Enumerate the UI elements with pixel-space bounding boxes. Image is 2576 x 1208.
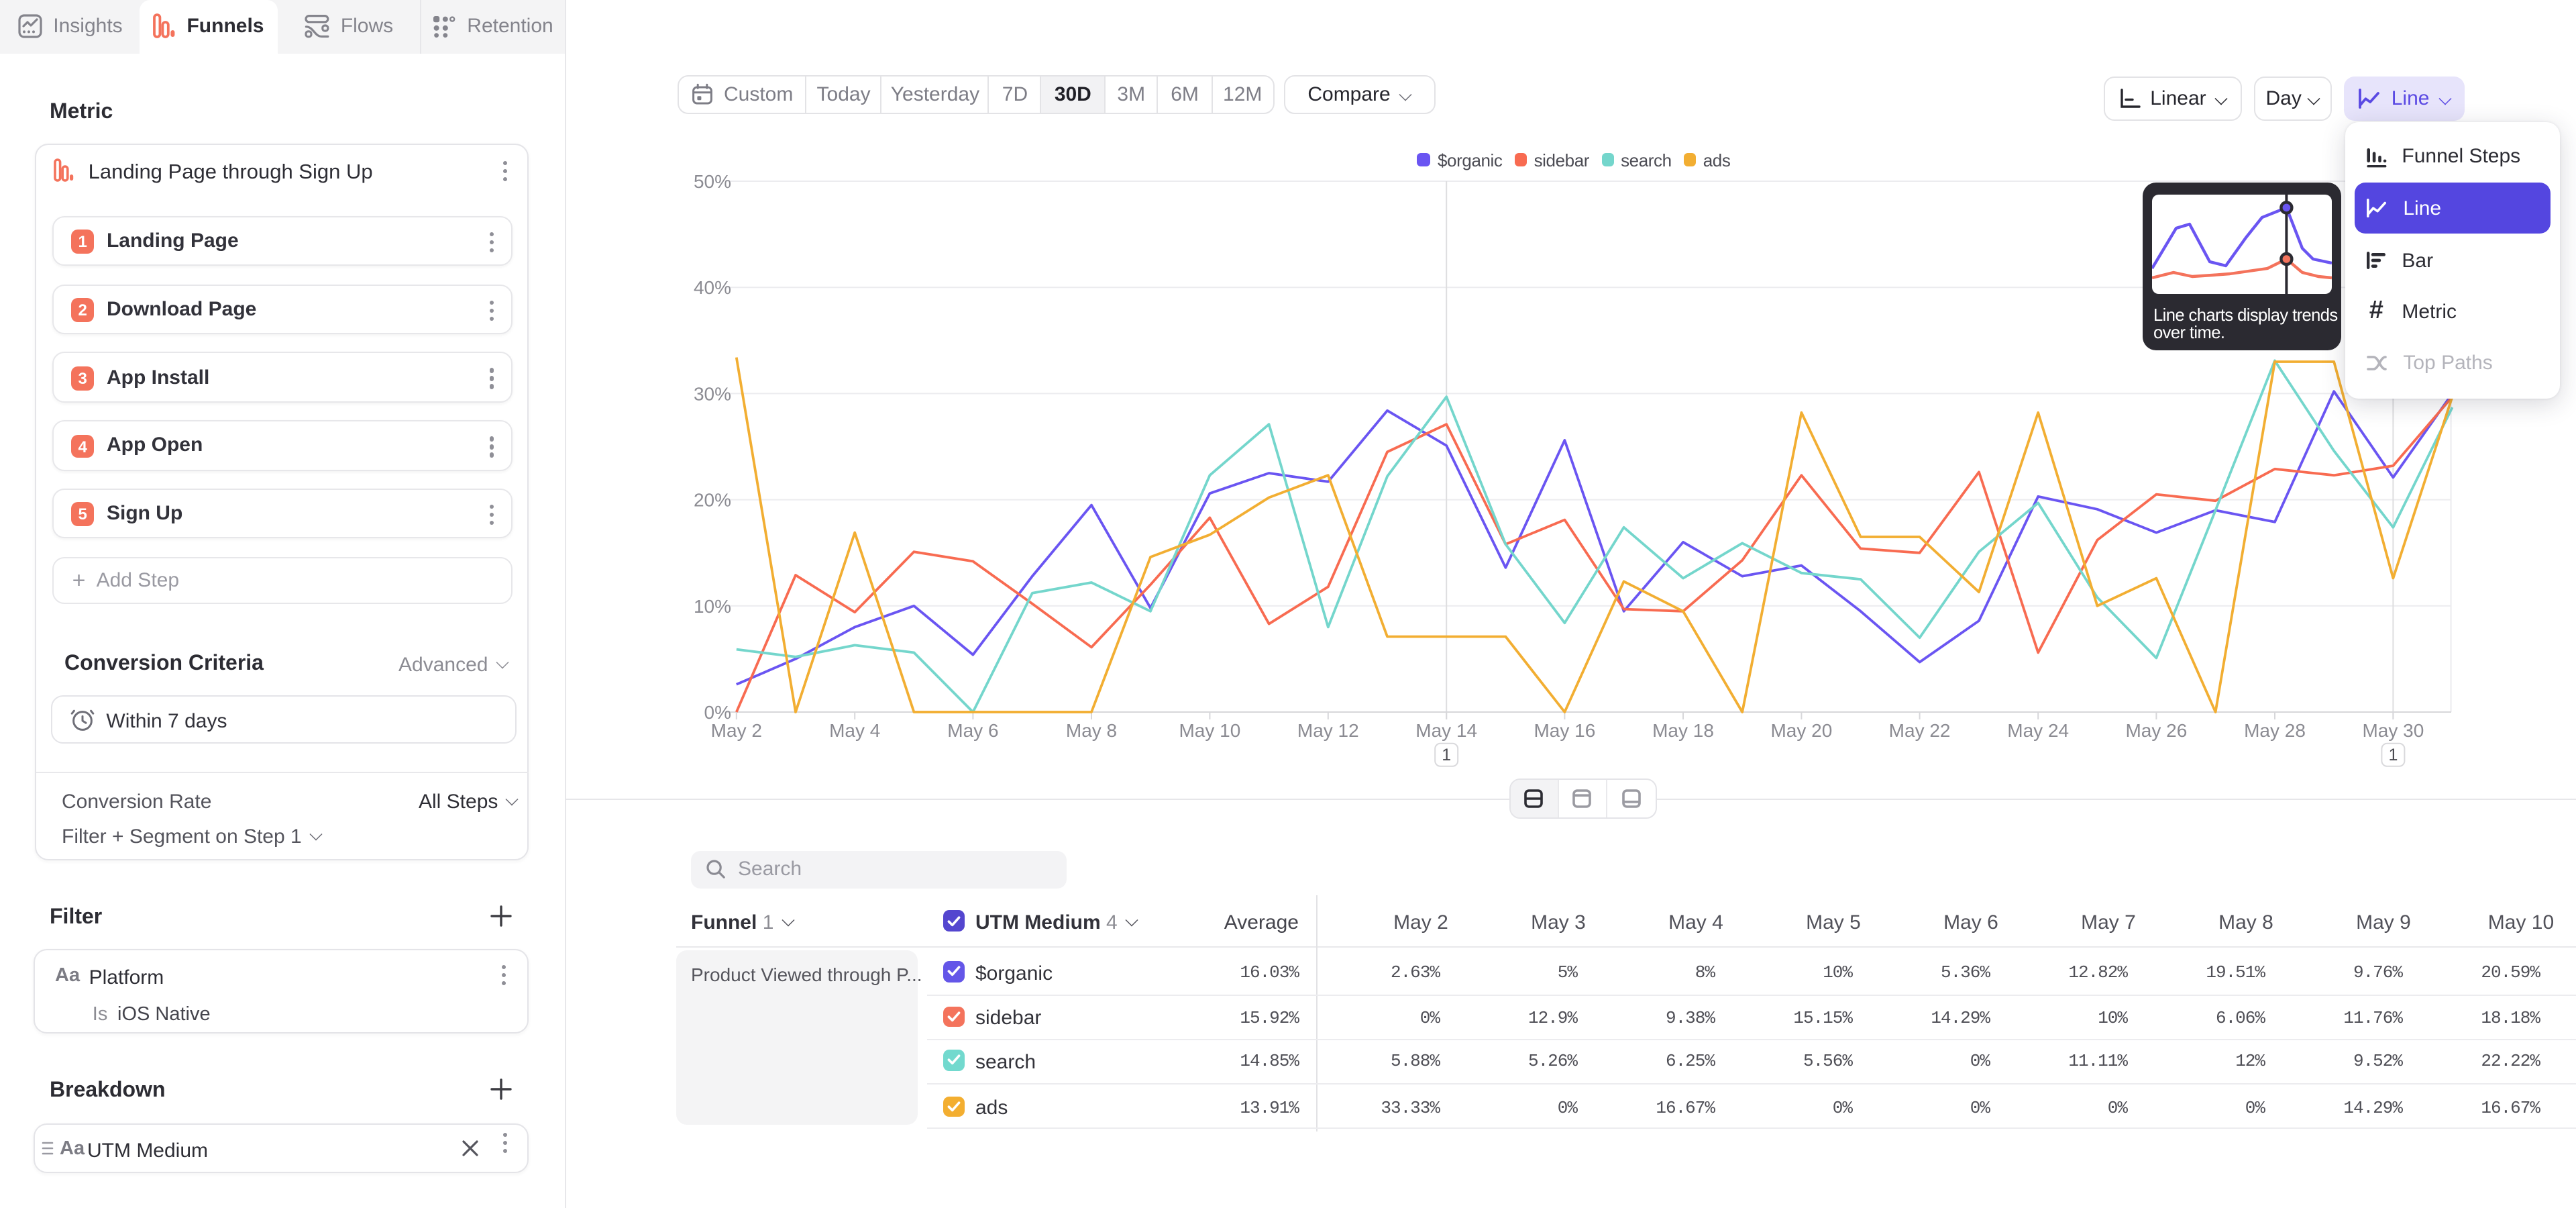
svg-text:1: 1 [1442, 746, 1451, 764]
svg-text:May 30: May 30 [2362, 720, 2424, 741]
svg-text:May 26: May 26 [2125, 720, 2187, 741]
svg-text:May 12: May 12 [1297, 720, 1359, 741]
svg-text:40%: 40% [694, 277, 731, 298]
svg-text:30%: 30% [694, 383, 731, 404]
svg-text:May 24: May 24 [2007, 720, 2069, 741]
svg-text:May 10: May 10 [1179, 720, 1240, 741]
svg-text:May 22: May 22 [1889, 720, 1951, 741]
svg-text:May 8: May 8 [1066, 720, 1117, 741]
svg-text:May 14: May 14 [1415, 720, 1477, 741]
svg-text:May 18: May 18 [1652, 720, 1714, 741]
svg-text:May 20: May 20 [1770, 720, 1832, 741]
svg-text:50%: 50% [694, 171, 731, 192]
svg-text:May 6: May 6 [947, 720, 998, 741]
svg-text:May 4: May 4 [829, 720, 880, 741]
svg-text:10%: 10% [694, 596, 731, 617]
svg-text:May 16: May 16 [1534, 720, 1595, 741]
svg-text:May 2: May 2 [711, 720, 762, 741]
svg-text:1: 1 [2388, 746, 2398, 764]
svg-text:May 28: May 28 [2244, 720, 2306, 741]
svg-text:20%: 20% [694, 490, 731, 511]
